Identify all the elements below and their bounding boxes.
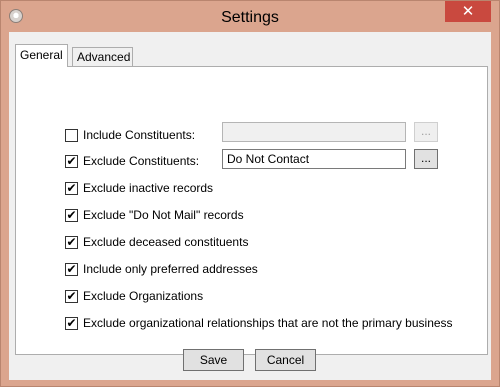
exclude-org-relationships-label: Exclude organizational relationships tha… (83, 316, 453, 330)
exclude-constituents-checkbox[interactable]: ✔ (65, 155, 78, 168)
exclude-constituents-browse-button[interactable]: ... (414, 149, 438, 169)
option-preferred-addresses[interactable]: ✔ Include only preferred addresses (16, 261, 486, 277)
title-bar: Settings ✕ (1, 1, 499, 35)
option-exclude-inactive[interactable]: ✔ Exclude inactive records (16, 180, 486, 196)
general-panel: Include Constituents: ... ✔ Exclude Cons… (15, 66, 488, 355)
include-constituents-label: Include Constituents: (83, 128, 196, 142)
exclude-organizations-checkbox[interactable]: ✔ (65, 290, 78, 303)
settings-window: Settings ✕ General Advanced Include Cons… (0, 0, 500, 387)
preferred-addresses-label: Include only preferred addresses (83, 262, 258, 276)
dialog-client: General Advanced Include Constituents: .… (9, 32, 491, 380)
option-exclude-organizations[interactable]: ✔ Exclude Organizations (16, 288, 486, 304)
exclude-organizations-label: Exclude Organizations (83, 289, 204, 303)
option-exclude-do-not-mail[interactable]: ✔ Exclude "Do Not Mail" records (16, 207, 486, 223)
exclude-constituents-label: Exclude Constituents: (83, 154, 200, 168)
tab-advanced[interactable]: Advanced (72, 47, 133, 66)
include-constituents-checkbox[interactable] (65, 129, 78, 142)
exclude-do-not-mail-checkbox[interactable]: ✔ (65, 209, 78, 222)
cancel-button[interactable]: Cancel (255, 349, 316, 371)
window-title: Settings (221, 9, 279, 26)
preferred-addresses-checkbox[interactable]: ✔ (65, 263, 78, 276)
exclude-org-relationships-checkbox[interactable]: ✔ (65, 317, 78, 330)
exclude-constituents-field[interactable] (222, 149, 406, 169)
option-exclude-org-relationships[interactable]: ✔ Exclude organizational relationships t… (16, 315, 486, 331)
exclude-do-not-mail-label: Exclude "Do Not Mail" records (83, 208, 244, 222)
option-exclude-deceased[interactable]: ✔ Exclude deceased constituents (16, 234, 486, 250)
exclude-deceased-checkbox[interactable]: ✔ (65, 236, 78, 249)
save-button[interactable]: Save (183, 349, 244, 371)
include-constituents-browse-button[interactable]: ... (414, 122, 438, 142)
exclude-inactive-label: Exclude inactive records (83, 181, 214, 195)
exclude-inactive-checkbox[interactable]: ✔ (65, 182, 78, 195)
tab-general[interactable]: General (15, 44, 68, 67)
include-constituents-field[interactable] (222, 122, 406, 142)
exclude-deceased-label: Exclude deceased constituents (83, 235, 249, 249)
close-button[interactable]: ✕ (445, 1, 491, 22)
